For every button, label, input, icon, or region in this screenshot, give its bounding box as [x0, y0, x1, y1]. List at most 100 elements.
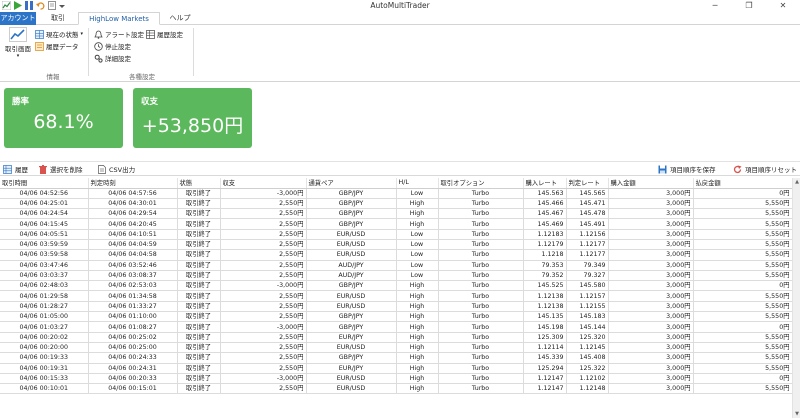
delete-selected-label: 選択を削除: [50, 166, 83, 174]
table-row[interactable]: 04/06 00:19:31 04/06 00:24:31 取引終了 2,550円 EU…: [0, 363, 792, 374]
table-row[interactable]: 04/06 00:20:00 04/06 00:25:00 取引終了 2,550円 EU…: [0, 342, 792, 354]
save-icon: [658, 165, 667, 173]
table-cell-purchase-rate: 145.198: [523, 321, 567, 333]
table-cell-payout-amount: 5,550円: [693, 363, 792, 374]
table-row[interactable]: 04/06 01:29:58 04/06 01:34:58 取引終了 2,550円 EU…: [0, 290, 792, 302]
table-cell-judge-time: 04/06 04:20:45: [88, 218, 178, 230]
table-cell-judge-time: 04/06 04:29:54: [88, 208, 178, 220]
column-header-high-low[interactable]: H/L: [396, 178, 439, 189]
column-header-trade-option[interactable]: 取引オプション: [438, 178, 524, 189]
column-header-purchase-amount[interactable]: 購入金額: [608, 178, 694, 189]
table-cell-currency-pair: GBP/JPY: [306, 321, 397, 333]
table-row[interactable]: 04/06 04:52:56 04/06 04:57:56 取引終了 -3,000円 G…: [0, 188, 792, 199]
table-cell-high-low: High: [396, 301, 439, 313]
grid-icon: [35, 29, 44, 39]
close-button[interactable]: ✕: [766, 0, 800, 12]
history-settings-label: 履歴設定: [157, 31, 183, 39]
tab-help[interactable]: ヘルプ: [166, 12, 194, 25]
csv-export-button[interactable]: CSV出力: [98, 164, 135, 174]
table-cell-high-low: High: [396, 321, 439, 333]
tab-account[interactable]: アカウント: [0, 12, 36, 25]
detail-settings-button[interactable]: 詳細設定: [94, 53, 131, 63]
table-row[interactable]: 04/06 00:20:02 04/06 00:25:02 取引終了 2,550円 EU…: [0, 332, 792, 343]
balance-value: +53,850円: [141, 115, 244, 137]
column-header-trade-time[interactable]: 取引時間: [0, 178, 89, 189]
table-cell-profit: 2,550円: [220, 198, 307, 210]
table-cell-purchase-amount: 3,000円: [608, 290, 694, 302]
column-header-profit[interactable]: 収支: [220, 178, 307, 189]
trade-screen-button[interactable]: 取引画面 ▾: [3, 27, 33, 59]
table-row[interactable]: 04/06 01:28:27 04/06 01:33:27 取引終了 2,550円 EU…: [0, 301, 792, 313]
table-row[interactable]: 04/06 03:03:37 04/06 03:08:37 取引終了 2,550円 AU…: [0, 270, 792, 282]
save-column-order-button[interactable]: 項目順序を保存: [658, 164, 716, 174]
bell-icon: [94, 30, 103, 39]
table-row[interactable]: 04/06 00:15:33 04/06 00:20:33 取引終了 -3,000円 E…: [0, 373, 792, 385]
table-cell-purchase-rate: 79.353: [523, 260, 567, 271]
table-cell-currency-pair: GBP/JPY: [306, 280, 397, 292]
table-cell-profit: 2,550円: [220, 270, 307, 282]
table-cell-trade-option: Turbo: [438, 301, 524, 313]
table-cell-trade-time: 04/06 00:20:02: [0, 332, 89, 343]
table-row[interactable]: 04/06 02:48:03 04/06 02:53:03 取引終了 -3,000円 G…: [0, 280, 792, 292]
reset-column-order-label: 項目順序リセット: [745, 166, 797, 174]
table-cell-trade-time: 04/06 00:15:33: [0, 373, 89, 385]
delete-selected-button[interactable]: 選択を削除: [39, 164, 83, 174]
tab-highlow-markets[interactable]: HighLow Markets: [78, 12, 160, 25]
table-cell-status: 取引終了: [177, 373, 221, 385]
table-cell-purchase-amount: 3,000円: [608, 239, 694, 251]
column-header-payout-amount[interactable]: 払戻金額: [693, 178, 792, 189]
scroll-down-icon[interactable]: ▼: [793, 410, 800, 418]
alert-settings-button[interactable]: アラート設定: [94, 29, 144, 39]
table-cell-status: 取引終了: [177, 311, 221, 323]
column-header-judge-rate[interactable]: 判定レート: [566, 178, 609, 189]
table-row[interactable]: 04/06 04:25:01 04/06 04:30:01 取引終了 2,550円 GB…: [0, 198, 792, 210]
minimize-button[interactable]: ─: [698, 0, 732, 12]
table-row[interactable]: 04/06 00:10:01 04/06 00:15:01 取引終了 2,550円 EU…: [0, 383, 792, 395]
table-cell-currency-pair: EUR/USD: [306, 301, 397, 313]
tab-trade[interactable]: 取引: [44, 12, 72, 25]
table-row[interactable]: 04/06 03:47:46 04/06 03:52:46 取引終了 2,550円 AU…: [0, 260, 792, 271]
table-cell-judge-time: 04/06 02:53:03: [88, 280, 178, 292]
table-cell-trade-option: Turbo: [438, 260, 524, 271]
history-settings-button[interactable]: 履歴設定: [146, 29, 183, 39]
column-header-purchase-rate[interactable]: 購入レート: [523, 178, 567, 189]
table-cell-trade-option: Turbo: [438, 188, 524, 199]
table-cell-payout-amount: 5,550円: [693, 383, 792, 395]
table-row[interactable]: 04/06 04:24:54 04/06 04:29:54 取引終了 2,550円 GB…: [0, 208, 792, 220]
current-status-button[interactable]: 現在の状態 ▾: [35, 29, 83, 39]
history-view-button[interactable]: 履歴: [3, 164, 28, 174]
reset-column-order-button[interactable]: 項目順序リセット: [733, 164, 797, 174]
stop-settings-button[interactable]: 停止設定: [94, 41, 131, 51]
table-cell-currency-pair: EUR/USD: [306, 229, 397, 240]
trade-history-grid[interactable]: 取引時間 判定時刻 状態 収支 通貨ペア H/L 取引オプション 購入レート 判定レート 購入金額…: [0, 178, 792, 418]
scroll-up-icon[interactable]: ▲: [793, 178, 800, 186]
column-header-judge-time[interactable]: 判定時刻: [88, 178, 178, 189]
table-row[interactable]: 04/06 01:05:00 04/06 01:10:00 取引終了 2,550円 GB…: [0, 311, 792, 323]
trash-icon: [39, 164, 47, 174]
table-cell-trade-option: Turbo: [438, 249, 524, 261]
vertical-scrollbar[interactable]: ▲ ▼: [792, 178, 800, 418]
gears-icon: [94, 54, 103, 63]
table-cell-status: 取引終了: [177, 342, 221, 354]
refresh-icon: [733, 165, 742, 173]
table-cell-trade-option: Turbo: [438, 290, 524, 302]
restore-button[interactable]: ❐: [732, 0, 766, 12]
table-cell-high-low: Low: [396, 229, 439, 240]
column-header-currency-pair[interactable]: 通貨ペア: [306, 178, 397, 189]
table-cell-payout-amount: 5,550円: [693, 229, 792, 240]
table-cell-trade-option: Turbo: [438, 218, 524, 230]
current-status-label: 現在の状態: [46, 31, 79, 39]
table-row[interactable]: 04/06 03:59:59 04/06 04:04:59 取引終了 2,550円 EU…: [0, 239, 792, 251]
table-row[interactable]: 04/06 03:59:58 04/06 04:04:58 取引終了 2,550円 EU…: [0, 249, 792, 261]
history-data-button[interactable]: 履歴データ: [35, 41, 79, 51]
table-cell-profit: 2,550円: [220, 239, 307, 251]
table-cell-purchase-rate: 125.294: [523, 363, 567, 374]
table-row[interactable]: 04/06 04:15:45 04/06 04:20:45 取引終了 2,550円 GB…: [0, 218, 792, 230]
table-cell-high-low: Low: [396, 260, 439, 271]
table-header-row: 取引時間 判定時刻 状態 収支 通貨ペア H/L 取引オプション 購入レート 判定レート 購入金額…: [0, 178, 792, 189]
table-cell-purchase-rate: 1.12114: [523, 342, 567, 354]
table-row[interactable]: 04/06 01:03:27 04/06 01:08:27 取引終了 -3,000円 G…: [0, 321, 792, 333]
table-row[interactable]: 04/06 04:05:51 04/06 04:10:51 取引終了 2,550円 EU…: [0, 229, 792, 240]
column-header-status[interactable]: 状態: [177, 178, 221, 189]
table-row[interactable]: 04/06 00:19:33 04/06 00:24:33 取引終了 2,550円 GB…: [0, 352, 792, 364]
